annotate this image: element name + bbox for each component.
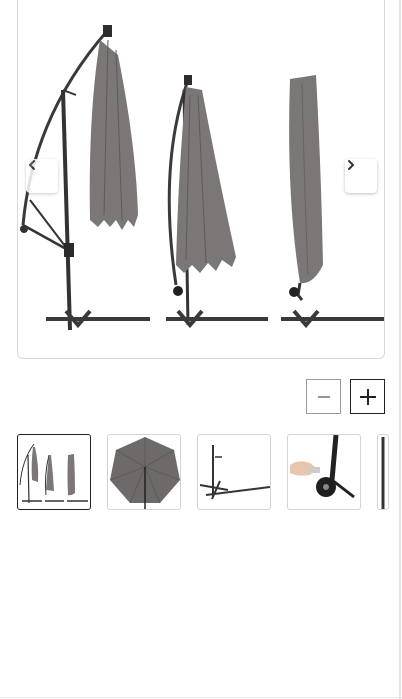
minus-icon	[317, 395, 330, 398]
chevron-left-icon	[28, 160, 35, 170]
plus-icon	[359, 388, 376, 405]
previous-image-button[interactable]	[26, 159, 58, 193]
main-product-image[interactable]	[17, 0, 385, 359]
thumbnail-3[interactable]	[197, 434, 271, 510]
chevron-right-icon	[348, 160, 355, 170]
parasol-folded-view	[166, 75, 268, 329]
cantilever-parasol-illustration	[20, 25, 384, 331]
parasol-three-views-thumbnail	[19, 443, 88, 504]
next-image-button[interactable]	[345, 159, 377, 193]
cross-base-thumbnail	[199, 445, 270, 500]
hand-crank-thumbnail	[290, 435, 355, 499]
scrollbar-track	[399, 0, 401, 699]
parasol-canopy-top-view-thumbnail	[109, 437, 180, 509]
thumbnail-4[interactable]	[287, 434, 361, 510]
thumbnail-5[interactable]	[377, 434, 389, 510]
zoom-in-button[interactable]	[350, 379, 385, 414]
thumbnail-1[interactable]	[17, 434, 91, 510]
zoom-out-button[interactable]	[306, 379, 341, 414]
product-gallery-page	[0, 0, 402, 699]
parasol-covered-view	[281, 75, 384, 329]
pole-thumbnail	[381, 437, 385, 509]
thumbnail-2[interactable]	[107, 434, 181, 510]
bottom-divider	[0, 697, 402, 698]
